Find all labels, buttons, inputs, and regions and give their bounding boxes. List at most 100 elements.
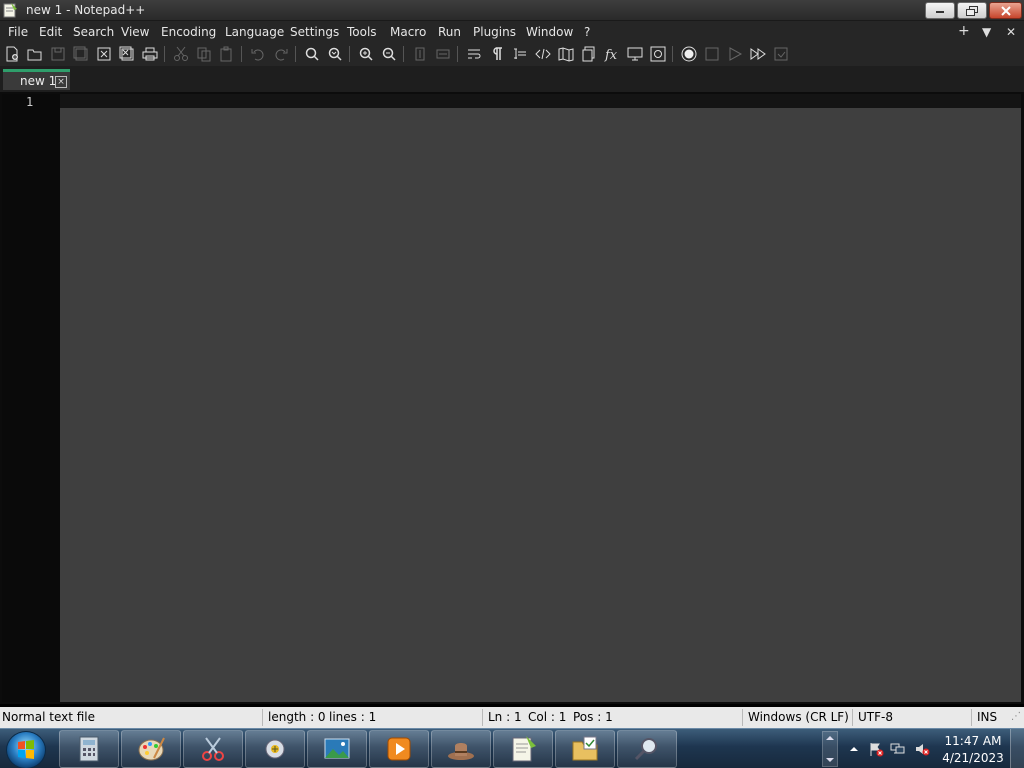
redo-icon[interactable] — [272, 45, 290, 63]
status-insert-mode[interactable]: INS — [977, 710, 997, 724]
status-eol-format[interactable]: Windows (CR LF) — [748, 710, 849, 724]
status-column: Col : 1 — [528, 710, 567, 724]
toolbar-separator — [164, 46, 165, 62]
close-icon[interactable] — [95, 45, 113, 63]
document-list-icon[interactable] — [580, 45, 598, 63]
menu-tools[interactable]: Tools — [347, 25, 377, 39]
tab-list-dropdown-icon[interactable]: ▼ — [982, 25, 991, 39]
tab-new-1[interactable]: new 1 × — [3, 69, 70, 90]
zoom-in-icon[interactable] — [357, 45, 375, 63]
close-window-button[interactable] — [989, 2, 1022, 19]
current-line-highlight[interactable] — [60, 94, 1021, 108]
hat-icon — [448, 743, 474, 760]
status-separator — [971, 709, 972, 726]
restore-icon — [966, 5, 978, 16]
show-all-chars-icon[interactable] — [488, 45, 506, 63]
play-macro-icon[interactable] — [726, 45, 744, 63]
stop-record-icon[interactable] — [703, 45, 721, 63]
paste-icon[interactable] — [218, 45, 236, 63]
cut-icon[interactable] — [172, 45, 190, 63]
xml-tag-icon[interactable] — [534, 45, 552, 63]
menu-plugins[interactable]: Plugins — [473, 25, 516, 39]
line-number: 1 — [26, 95, 34, 109]
new-tab-plus-icon[interactable]: + — [958, 23, 970, 39]
network-icon[interactable] — [890, 741, 906, 757]
menu-edit[interactable]: Edit — [39, 25, 62, 39]
menu-encoding[interactable]: Encoding — [161, 25, 216, 39]
save-icon[interactable] — [49, 45, 67, 63]
resize-grip-icon[interactable]: ⋰ — [1011, 711, 1021, 722]
menu-file[interactable]: File — [8, 25, 28, 39]
status-length: length : 0 — [268, 710, 326, 724]
status-encoding[interactable]: UTF-8 — [858, 710, 893, 724]
toolbar: fx — [0, 42, 1024, 66]
sync-vertical-icon[interactable] — [411, 45, 429, 63]
taskbar-paint[interactable] — [121, 730, 181, 768]
print-icon[interactable] — [141, 45, 159, 63]
status-bar: Normal text file length : 0 lines : 1 Ln… — [0, 707, 1024, 728]
start-button[interactable] — [6, 731, 46, 768]
close-document-icon[interactable]: ✕ — [1006, 25, 1016, 39]
scissors-icon — [202, 737, 224, 761]
show-hidden-icons-icon[interactable] — [846, 741, 862, 757]
taskbar-snipping-tool[interactable] — [183, 730, 243, 768]
menu-settings[interactable]: Settings — [290, 25, 339, 39]
taskbar-file-manager[interactable] — [555, 730, 615, 768]
tab-close-icon[interactable]: × — [55, 76, 67, 88]
taskbar-magnifier-app[interactable] — [617, 730, 677, 768]
save-all-icon[interactable] — [72, 45, 90, 63]
close-all-icon[interactable] — [118, 45, 136, 63]
monitoring-icon[interactable] — [649, 45, 667, 63]
new-file-icon[interactable] — [3, 45, 21, 63]
volume-muted-icon[interactable] — [914, 741, 930, 757]
menu-help[interactable]: ? — [584, 25, 590, 39]
restore-button[interactable] — [957, 2, 987, 19]
menu-macro[interactable]: Macro — [390, 25, 426, 39]
clock-time[interactable]: 11:47 AM — [940, 734, 1006, 748]
record-macro-icon[interactable] — [680, 45, 698, 63]
taskbar-media-player[interactable] — [369, 730, 429, 768]
open-file-icon[interactable] — [26, 45, 44, 63]
status-position: Pos : 1 — [573, 710, 613, 724]
minimize-icon — [936, 10, 944, 13]
media-player-icon — [387, 737, 411, 761]
folder-workspace-icon[interactable] — [626, 45, 644, 63]
taskbar-notepad-plus-plus[interactable] — [493, 730, 553, 768]
replace-icon[interactable] — [326, 45, 344, 63]
window-title: new 1 - Notepad++ — [26, 3, 146, 17]
menu-language[interactable]: Language — [225, 25, 284, 39]
zoom-out-icon[interactable] — [380, 45, 398, 63]
taskbar-game-controller[interactable] — [245, 730, 305, 768]
indent-guide-icon[interactable] — [511, 45, 529, 63]
find-icon[interactable] — [303, 45, 321, 63]
undo-icon[interactable] — [249, 45, 267, 63]
show-desktop-button[interactable] — [1010, 729, 1024, 768]
text-editing-area[interactable] — [60, 108, 1021, 702]
document-map-icon[interactable] — [557, 45, 575, 63]
toolbar-separator — [295, 46, 296, 62]
menu-bar: File Edit Search View Encoding Language … — [0, 21, 1024, 42]
menu-view[interactable]: View — [121, 25, 149, 39]
taskbar-photo-viewer[interactable] — [307, 730, 367, 768]
taskbar-hat-app[interactable] — [431, 730, 491, 768]
run-macro-multiple-icon[interactable] — [749, 45, 767, 63]
menu-run[interactable]: Run — [438, 25, 461, 39]
scroll-arrows-icon — [826, 736, 834, 762]
toolbar-separator — [672, 46, 673, 62]
title-bar[interactable]: new 1 - Notepad++ — [0, 0, 1024, 21]
save-macro-icon[interactable] — [772, 45, 790, 63]
function-list-icon[interactable]: fx — [603, 45, 621, 63]
word-wrap-icon[interactable] — [465, 45, 483, 63]
minimize-button[interactable] — [925, 2, 955, 19]
taskbar-scroll-buttons[interactable] — [822, 731, 838, 767]
taskbar-calculator[interactable] — [59, 730, 119, 768]
line-number-gutter: 1 — [2, 94, 60, 702]
status-separator — [742, 709, 743, 726]
clock-date[interactable]: 4/21/2023 — [940, 751, 1006, 765]
action-center-flag-icon[interactable] — [868, 741, 884, 757]
menu-search[interactable]: Search — [73, 25, 114, 39]
game-controller-icon — [265, 739, 285, 759]
menu-window[interactable]: Window — [526, 25, 573, 39]
sync-horizontal-icon[interactable] — [434, 45, 452, 63]
copy-icon[interactable] — [195, 45, 213, 63]
